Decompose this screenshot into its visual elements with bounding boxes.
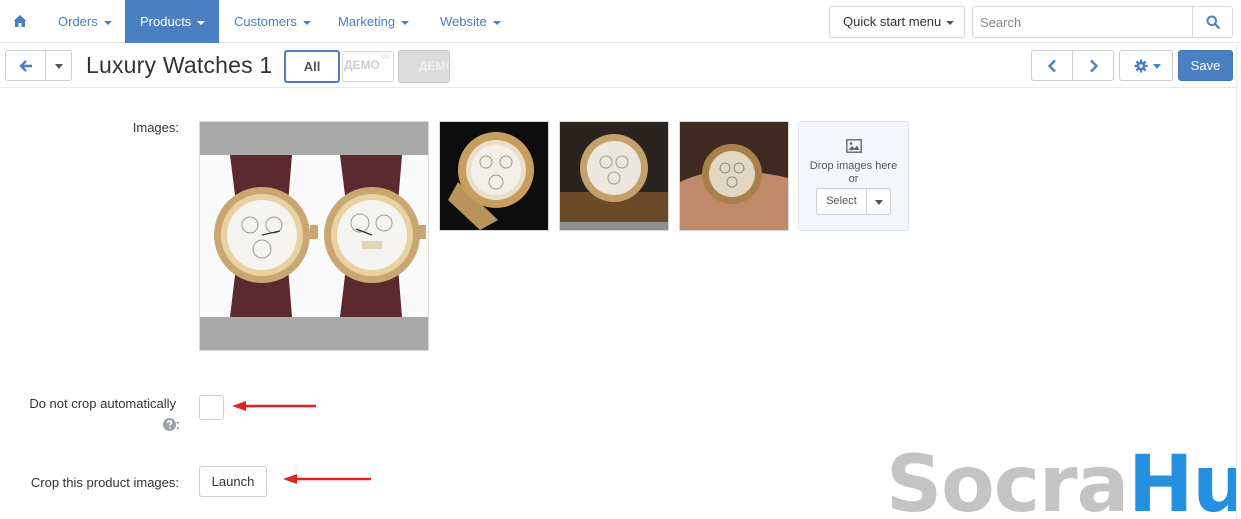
watch-thumbnail-image	[440, 122, 548, 230]
dropzone-or: or	[848, 173, 859, 185]
nav-products-label: Products	[140, 14, 192, 29]
watch-thumbnail-image	[680, 122, 788, 230]
no-crop-label-suffix: :	[176, 417, 180, 432]
chevron-down-icon	[103, 20, 112, 25]
search-icon	[1206, 15, 1220, 29]
back-dropdown-button[interactable]	[45, 50, 72, 81]
arrow-left-icon	[19, 60, 32, 72]
watermark-part-2: Hub	[1128, 440, 1241, 519]
chevron-down-icon	[401, 20, 410, 25]
nav-orders-label: Orders	[58, 14, 98, 29]
scrollbar-track[interactable]	[1236, 44, 1241, 519]
chevron-down-icon	[946, 20, 955, 25]
watermark-logo: SocraHub	[886, 440, 1241, 519]
watch-thumbnail-image	[560, 122, 668, 230]
chevron-down-icon	[55, 64, 63, 69]
no-crop-label: Do not crop automatically	[29, 396, 176, 411]
images-label: Images:	[132, 120, 179, 135]
save-button[interactable]: Save	[1178, 50, 1233, 81]
storefront-tab-sublabel: МА	[381, 55, 390, 61]
nav-products[interactable]: Products	[125, 0, 219, 43]
chevron-down-icon	[492, 20, 501, 25]
next-product-button[interactable]	[1072, 50, 1114, 81]
watermark-part-1: Socra	[886, 440, 1129, 519]
image-dropzone[interactable]: Drop images here or Select	[798, 121, 909, 231]
chevron-down-icon	[875, 200, 883, 205]
page-toolbar: Luxury Watches 1 All ДЕМО МА ДЕМО Save	[0, 44, 1241, 88]
annotation-arrow	[283, 474, 371, 484]
storefront-tab-demo-2[interactable]: ДЕМО	[398, 50, 450, 83]
nav-marketing[interactable]: Marketing	[326, 0, 422, 43]
storefront-tab-label: ДЕМО	[344, 58, 380, 72]
quick-start-menu-button[interactable]: Quick start menu	[829, 6, 965, 38]
product-image-thumbnail[interactable]	[559, 121, 669, 231]
dropzone-hint: Drop images here	[809, 160, 898, 172]
annotation-arrow	[232, 401, 316, 411]
chevron-down-icon	[1153, 64, 1161, 69]
nav-marketing-label: Marketing	[338, 14, 396, 29]
launch-crop-button[interactable]: Launch	[199, 466, 267, 497]
chevron-down-icon	[302, 20, 311, 25]
product-image-thumbnail[interactable]	[679, 121, 789, 231]
search-button[interactable]	[1192, 6, 1233, 38]
storefront-tab-label: ДЕМО	[419, 59, 449, 73]
product-image-thumbnail[interactable]	[439, 121, 549, 231]
page-title: Luxury Watches 1	[86, 52, 273, 78]
chevron-left-icon	[1047, 59, 1056, 73]
search-input[interactable]	[972, 6, 1193, 38]
product-image-main[interactable]	[199, 121, 429, 351]
no-crop-checkbox[interactable]	[199, 395, 224, 420]
back-button[interactable]	[5, 50, 46, 81]
select-images-button[interactable]: Select	[816, 188, 867, 215]
settings-dropdown-button[interactable]	[1119, 50, 1173, 81]
watch-pair-image	[214, 155, 426, 317]
home-icon[interactable]	[12, 13, 28, 29]
storefront-tab-all[interactable]: All	[284, 50, 340, 83]
nav-website[interactable]: Website	[428, 0, 512, 43]
chevron-down-icon	[197, 20, 206, 25]
help-icon[interactable]	[163, 418, 176, 431]
chevron-right-icon	[1090, 59, 1099, 73]
previous-product-button[interactable]	[1031, 50, 1073, 81]
select-images-dropdown[interactable]	[866, 188, 891, 215]
gear-icon	[1134, 59, 1148, 73]
nav-website-label: Website	[440, 14, 487, 29]
top-navigation: Orders Products Customers Marketing Webs…	[0, 0, 1241, 43]
storefront-tab-demo-1[interactable]: ДЕМО МА	[342, 51, 394, 82]
quick-start-label: Quick start menu	[843, 14, 942, 29]
product-image-canvas	[200, 155, 428, 317]
image-icon	[846, 139, 862, 153]
nav-customers-label: Customers	[234, 14, 297, 29]
nav-orders[interactable]: Orders	[46, 0, 122, 43]
nav-customers[interactable]: Customers	[222, 0, 318, 43]
dropzone-text: Drop images here or	[799, 160, 908, 186]
crop-images-label: Crop this product images:	[30, 475, 179, 490]
